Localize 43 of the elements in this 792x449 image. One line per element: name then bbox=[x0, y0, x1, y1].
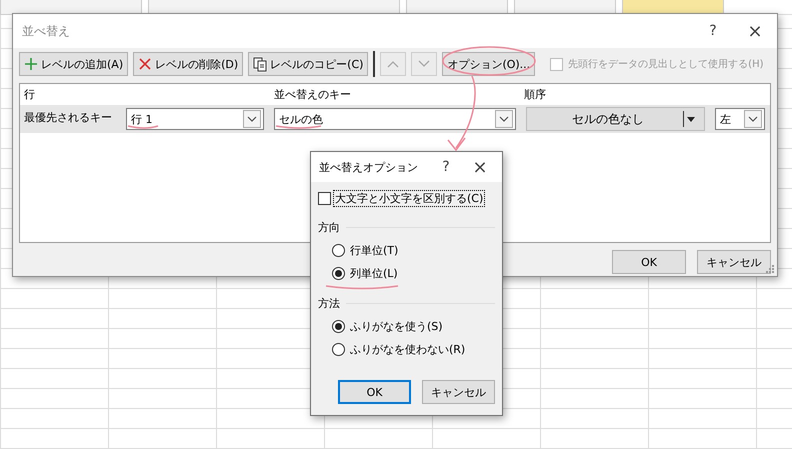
close-button[interactable]: × bbox=[458, 156, 502, 178]
annotation-underline bbox=[276, 125, 322, 129]
case-checkbox[interactable]: 大文字と小文字を区別する(C) bbox=[318, 191, 495, 206]
window-title: 並べ替えオプション bbox=[319, 160, 419, 174]
move-down-button[interactable] bbox=[411, 52, 438, 76]
help-button[interactable]: ? bbox=[434, 159, 458, 175]
dropdown-field[interactable]: 左 bbox=[715, 108, 765, 130]
window-title: 並べ替え bbox=[22, 22, 71, 40]
cancel-button[interactable]: キャンセル bbox=[422, 380, 495, 404]
close-button[interactable]: × bbox=[733, 20, 777, 42]
ok-button[interactable]: OK bbox=[338, 380, 411, 404]
dropdown-field[interactable]: セルの色 bbox=[274, 108, 516, 130]
move-up-button[interactable] bbox=[380, 52, 406, 76]
group-label: 方向 bbox=[318, 220, 340, 234]
dropdown-field[interactable]: 行 1 bbox=[126, 108, 264, 130]
chevron-down-icon bbox=[748, 116, 758, 122]
chevron-down-icon bbox=[418, 60, 430, 68]
column-header: 順序 bbox=[523, 87, 547, 102]
radio-option[interactable]: 行単位(T) bbox=[332, 241, 495, 259]
help-button[interactable]: ? bbox=[693, 23, 733, 39]
delete-level-button[interactable]: レベルの削除(D) bbox=[133, 52, 244, 76]
radio-option[interactable]: ふりがなを使う(S) bbox=[332, 317, 495, 335]
row-label: 最優先されるキー bbox=[24, 110, 113, 125]
copy-icon bbox=[253, 56, 268, 72]
column-header: 行 bbox=[23, 87, 36, 102]
chevron-up-icon bbox=[387, 60, 400, 68]
annotation-underline bbox=[128, 125, 158, 129]
plus-icon bbox=[24, 57, 38, 71]
resize-grip-icon bbox=[766, 265, 775, 274]
chevron-down-icon bbox=[247, 116, 257, 122]
options-button[interactable]: オプション(O)... bbox=[442, 52, 536, 76]
radio-option[interactable]: 列単位(L) bbox=[332, 264, 495, 282]
ok-button[interactable]: OK bbox=[612, 250, 686, 274]
cancel-button[interactable]: キャンセル bbox=[697, 250, 771, 274]
order-dropdown[interactable]: セルの色なし bbox=[526, 107, 705, 131]
radio-option[interactable]: ふりがなを使わない(R) bbox=[332, 340, 495, 358]
add-level-button[interactable]: レベルの追加(A) bbox=[19, 52, 128, 76]
cross-icon bbox=[138, 57, 152, 71]
column-header: 並べ替えのキー bbox=[273, 87, 352, 102]
caret-icon bbox=[687, 116, 695, 122]
chevron-down-icon bbox=[499, 116, 509, 122]
group-label: 方法 bbox=[318, 296, 340, 310]
copy-level-button[interactable]: レベルのコピー(C) bbox=[248, 52, 368, 76]
